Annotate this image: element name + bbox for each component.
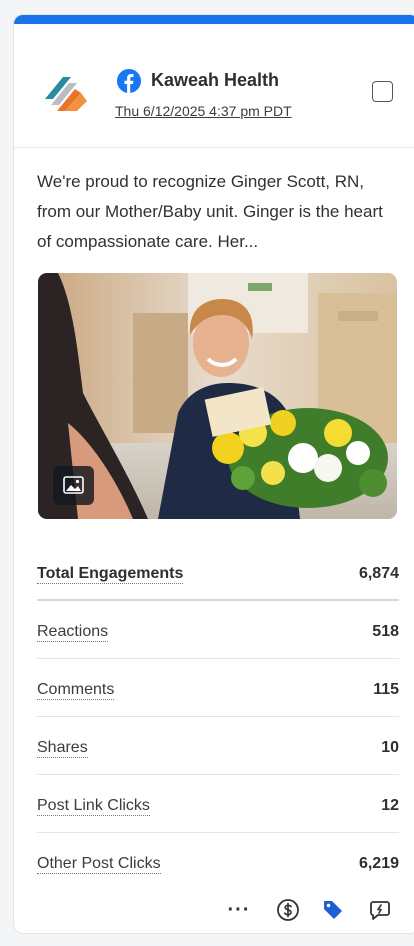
post-image[interactable] [38, 273, 397, 519]
post-header: Kaweah Health Thu 6/12/2025 4:37 pm PDT [14, 24, 414, 148]
post-card[interactable]: Kaweah Health Thu 6/12/2025 4:37 pm PDT … [13, 14, 414, 934]
metric-value: 12 [381, 797, 399, 814]
metric-label[interactable]: Shares [37, 739, 88, 758]
boost-button[interactable] [274, 895, 302, 925]
tag-icon [324, 901, 342, 919]
metric-reactions: Reactions 518 [37, 601, 399, 659]
metric-value: 518 [372, 623, 399, 640]
metric-label[interactable]: Total Engagements [37, 565, 184, 584]
more-icon[interactable]: ··· [224, 895, 254, 925]
metric-label[interactable]: Reactions [37, 623, 109, 642]
metric-post-link-clicks: Post Link Clicks 12 [37, 775, 399, 833]
metric-total-engagements: Total Engagements 6,874 [37, 543, 399, 601]
account-name[interactable]: Kaweah Health [151, 70, 279, 91]
metric-label[interactable]: Comments [37, 681, 115, 700]
tag-button[interactable] [319, 895, 347, 925]
kaweah-health-logo [45, 77, 87, 111]
metric-value: 6,874 [358, 565, 399, 582]
media-type-badge [53, 466, 94, 505]
facebook-icon [117, 69, 141, 93]
card-accent-bar [14, 15, 414, 24]
metric-shares: Shares 10 [37, 717, 399, 775]
metric-label[interactable]: Other Post Clicks [37, 855, 161, 874]
metric-value: 6,219 [358, 855, 399, 872]
metric-comments: Comments 115 [37, 659, 399, 717]
reply-button[interactable] [366, 895, 394, 925]
metric-value: 10 [381, 739, 399, 756]
dollar-icon [277, 899, 299, 921]
post-caption: We're proud to recognize Ginger Scott, R… [37, 172, 383, 251]
reply-icon [370, 901, 390, 920]
post-actions-toolbar: ··· [224, 895, 409, 925]
metric-other-post-clicks: Other Post Clicks 6,219 [37, 833, 399, 891]
image-icon [63, 476, 84, 494]
metric-value: 115 [373, 681, 399, 698]
post-timestamp-link[interactable]: Thu 6/12/2025 4:37 pm PDT [115, 103, 292, 119]
metric-label[interactable]: Post Link Clicks [37, 797, 150, 816]
engagement-metrics: Total Engagements 6,874 Reactions 518 Co… [37, 543, 399, 891]
select-post-checkbox[interactable] [372, 81, 393, 102]
